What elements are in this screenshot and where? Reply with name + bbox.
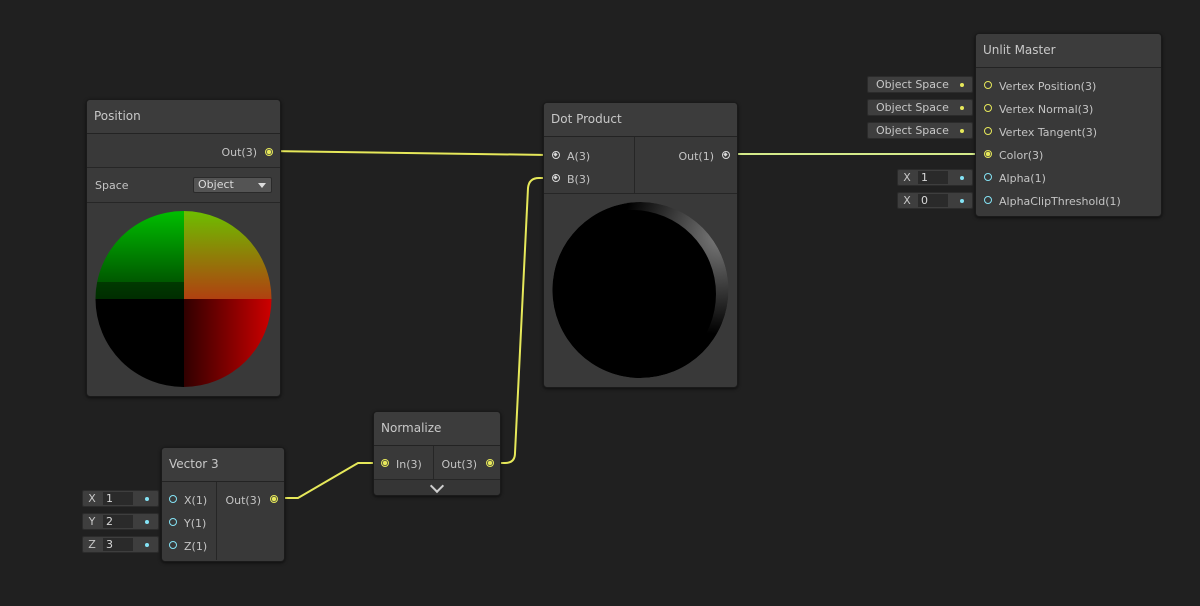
- color-port[interactable]: [984, 150, 992, 158]
- output-label: Out(3): [441, 458, 477, 471]
- space-dropdown-value: Object: [198, 178, 234, 191]
- connector-dot: [960, 176, 964, 180]
- alpha-clip-threshold-port[interactable]: [984, 196, 992, 204]
- alpha-value-input[interactable]: 1: [918, 171, 948, 184]
- wire-position-to-dot-a[interactable]: [267, 150, 549, 156]
- port-divider: [634, 137, 635, 193]
- vertex-tangent-port[interactable]: [984, 127, 992, 135]
- port-divider: [433, 446, 434, 479]
- alpha-clip-threshold-value-input[interactable]: 0: [918, 194, 948, 207]
- y-input-label: Y(1): [184, 517, 207, 530]
- vertex-position-port[interactable]: [984, 81, 992, 89]
- x-axis-label: X: [903, 194, 911, 207]
- space-label: Space: [95, 179, 129, 192]
- z-input-label: Z(1): [184, 540, 208, 553]
- vertex-position-label: Vertex Position(3): [999, 80, 1097, 93]
- vertex-position-space-field[interactable]: Object Space: [867, 76, 973, 93]
- x-value-input[interactable]: 1: [103, 492, 133, 505]
- input-a-label: A(3): [567, 150, 591, 163]
- x-inline-field[interactable]: X 1: [82, 490, 159, 507]
- alpha-clip-threshold-label: AlphaClipThreshold(1): [999, 195, 1121, 208]
- alpha-label: Alpha(1): [999, 172, 1046, 185]
- connector-dot: [960, 199, 964, 203]
- normalize-node[interactable]: Normalize In(3) Out(3): [373, 411, 501, 496]
- color-label: Color(3): [999, 149, 1044, 162]
- connector-dot: [145, 520, 149, 524]
- output-port[interactable]: [722, 151, 730, 159]
- vertex-normal-port[interactable]: [984, 104, 992, 112]
- space-value: Object Space: [876, 101, 949, 114]
- input-a-port[interactable]: [552, 151, 560, 159]
- position-node[interactable]: Position Out(3) Space Object: [86, 99, 281, 397]
- input-label: In(3): [396, 458, 422, 471]
- connector-dot: [960, 129, 964, 133]
- node-title[interactable]: Unlit Master: [976, 34, 1161, 68]
- output-port[interactable]: [486, 459, 494, 467]
- z-axis-label: Z: [88, 538, 96, 551]
- wire-vector3-to-normalize[interactable]: [272, 462, 383, 499]
- vertex-tangent-label: Vertex Tangent(3): [999, 126, 1098, 139]
- chevron-down-icon[interactable]: [429, 478, 445, 494]
- x-axis-label: X: [88, 492, 96, 505]
- vertex-normal-label: Vertex Normal(3): [999, 103, 1094, 116]
- connector-dot: [960, 106, 964, 110]
- x-input-label: X(1): [184, 494, 208, 507]
- connector-dot: [145, 497, 149, 501]
- node-title[interactable]: Dot Product: [544, 103, 737, 137]
- y-input-port[interactable]: [169, 518, 177, 526]
- vertex-tangent-space-field[interactable]: Object Space: [867, 122, 973, 139]
- output-label: Out(3): [221, 146, 257, 159]
- x-axis-label: X: [903, 171, 911, 184]
- output-label: Out(1): [678, 150, 714, 163]
- node-title[interactable]: Position: [87, 100, 280, 134]
- alpha-inline-field[interactable]: X 1: [897, 169, 973, 186]
- alpha-port[interactable]: [984, 173, 992, 181]
- connector-dot: [145, 543, 149, 547]
- z-input-port[interactable]: [169, 541, 177, 549]
- alpha-clip-threshold-inline-field[interactable]: X 0: [897, 192, 973, 209]
- y-inline-field[interactable]: Y 2: [82, 513, 159, 530]
- space-dropdown[interactable]: Object: [193, 177, 272, 193]
- space-value: Object Space: [876, 78, 949, 91]
- port-divider: [216, 482, 217, 560]
- y-value-input[interactable]: 2: [103, 515, 133, 528]
- preview-sphere: [552, 202, 729, 378]
- input-port[interactable]: [381, 459, 389, 467]
- z-inline-field[interactable]: Z 3: [82, 536, 159, 553]
- input-b-label: B(3): [567, 173, 591, 186]
- node-title[interactable]: Vector 3: [162, 448, 284, 482]
- output-label: Out(3): [225, 494, 261, 507]
- dot-product-node[interactable]: Dot Product A(3) B(3) Out(1): [543, 102, 738, 388]
- output-port[interactable]: [265, 148, 273, 156]
- vertex-normal-space-field[interactable]: Object Space: [867, 99, 973, 116]
- chevron-down-icon: [258, 183, 266, 188]
- y-axis-label: Y: [88, 515, 96, 528]
- input-b-port[interactable]: [552, 174, 560, 182]
- x-input-port[interactable]: [169, 495, 177, 503]
- node-title[interactable]: Normalize: [374, 412, 500, 446]
- unlit-master-node[interactable]: Unlit Master Vertex Position(3) Vertex N…: [975, 33, 1162, 217]
- space-value: Object Space: [876, 124, 949, 137]
- preview-sphere: [95, 211, 272, 387]
- output-port[interactable]: [270, 495, 278, 503]
- expand-bar[interactable]: [374, 478, 500, 495]
- connector-dot: [960, 83, 964, 87]
- vector3-node[interactable]: Vector 3 X(1) Y(1) Z(1) Out(3): [161, 447, 285, 562]
- z-value-input[interactable]: 3: [103, 538, 133, 551]
